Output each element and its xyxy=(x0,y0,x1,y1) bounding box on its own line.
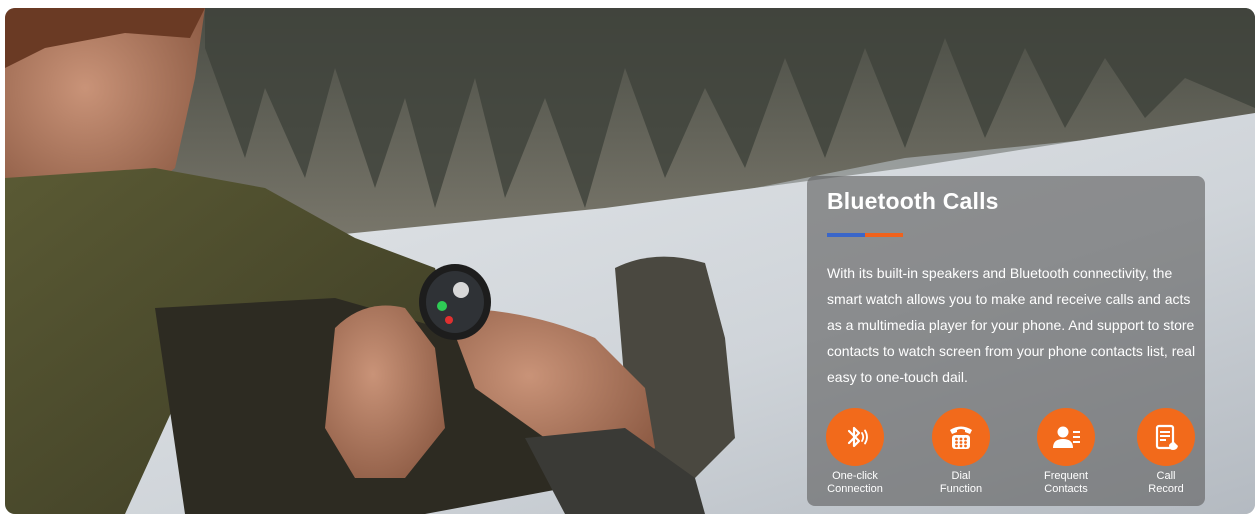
call-record-icon xyxy=(1137,408,1195,466)
feature-icon-row: One-click Connection Dial Function Frequ… xyxy=(807,408,1205,500)
feature-info-panel: Bluetooth Calls With its built-in speake… xyxy=(807,176,1205,506)
feature-call-record: Call Record xyxy=(1121,408,1211,496)
underline-segment-blue xyxy=(827,233,865,237)
underline-segment-orange xyxy=(865,233,903,237)
feature-frequent-contacts: Frequent Contacts xyxy=(1021,408,1111,496)
bluetooth-icon xyxy=(826,408,884,466)
contact-list-icon xyxy=(1037,408,1095,466)
product-banner: Bluetooth Calls With its built-in speake… xyxy=(5,8,1255,514)
feature-label: Frequent Contacts xyxy=(1043,470,1089,495)
panel-title: Bluetooth Calls xyxy=(827,188,999,214)
feature-label: Call Record xyxy=(1148,470,1184,495)
feature-dial-function: Dial Function xyxy=(916,408,1006,496)
feature-label: Dial Function xyxy=(939,470,983,495)
title-underline xyxy=(827,233,903,237)
panel-description: With its built-in speakers and Bluetooth… xyxy=(827,265,1196,385)
feature-label: One-click Connection xyxy=(827,470,883,495)
feature-one-click-connection: One-click Connection xyxy=(810,408,900,496)
telephone-keypad-icon xyxy=(932,408,990,466)
